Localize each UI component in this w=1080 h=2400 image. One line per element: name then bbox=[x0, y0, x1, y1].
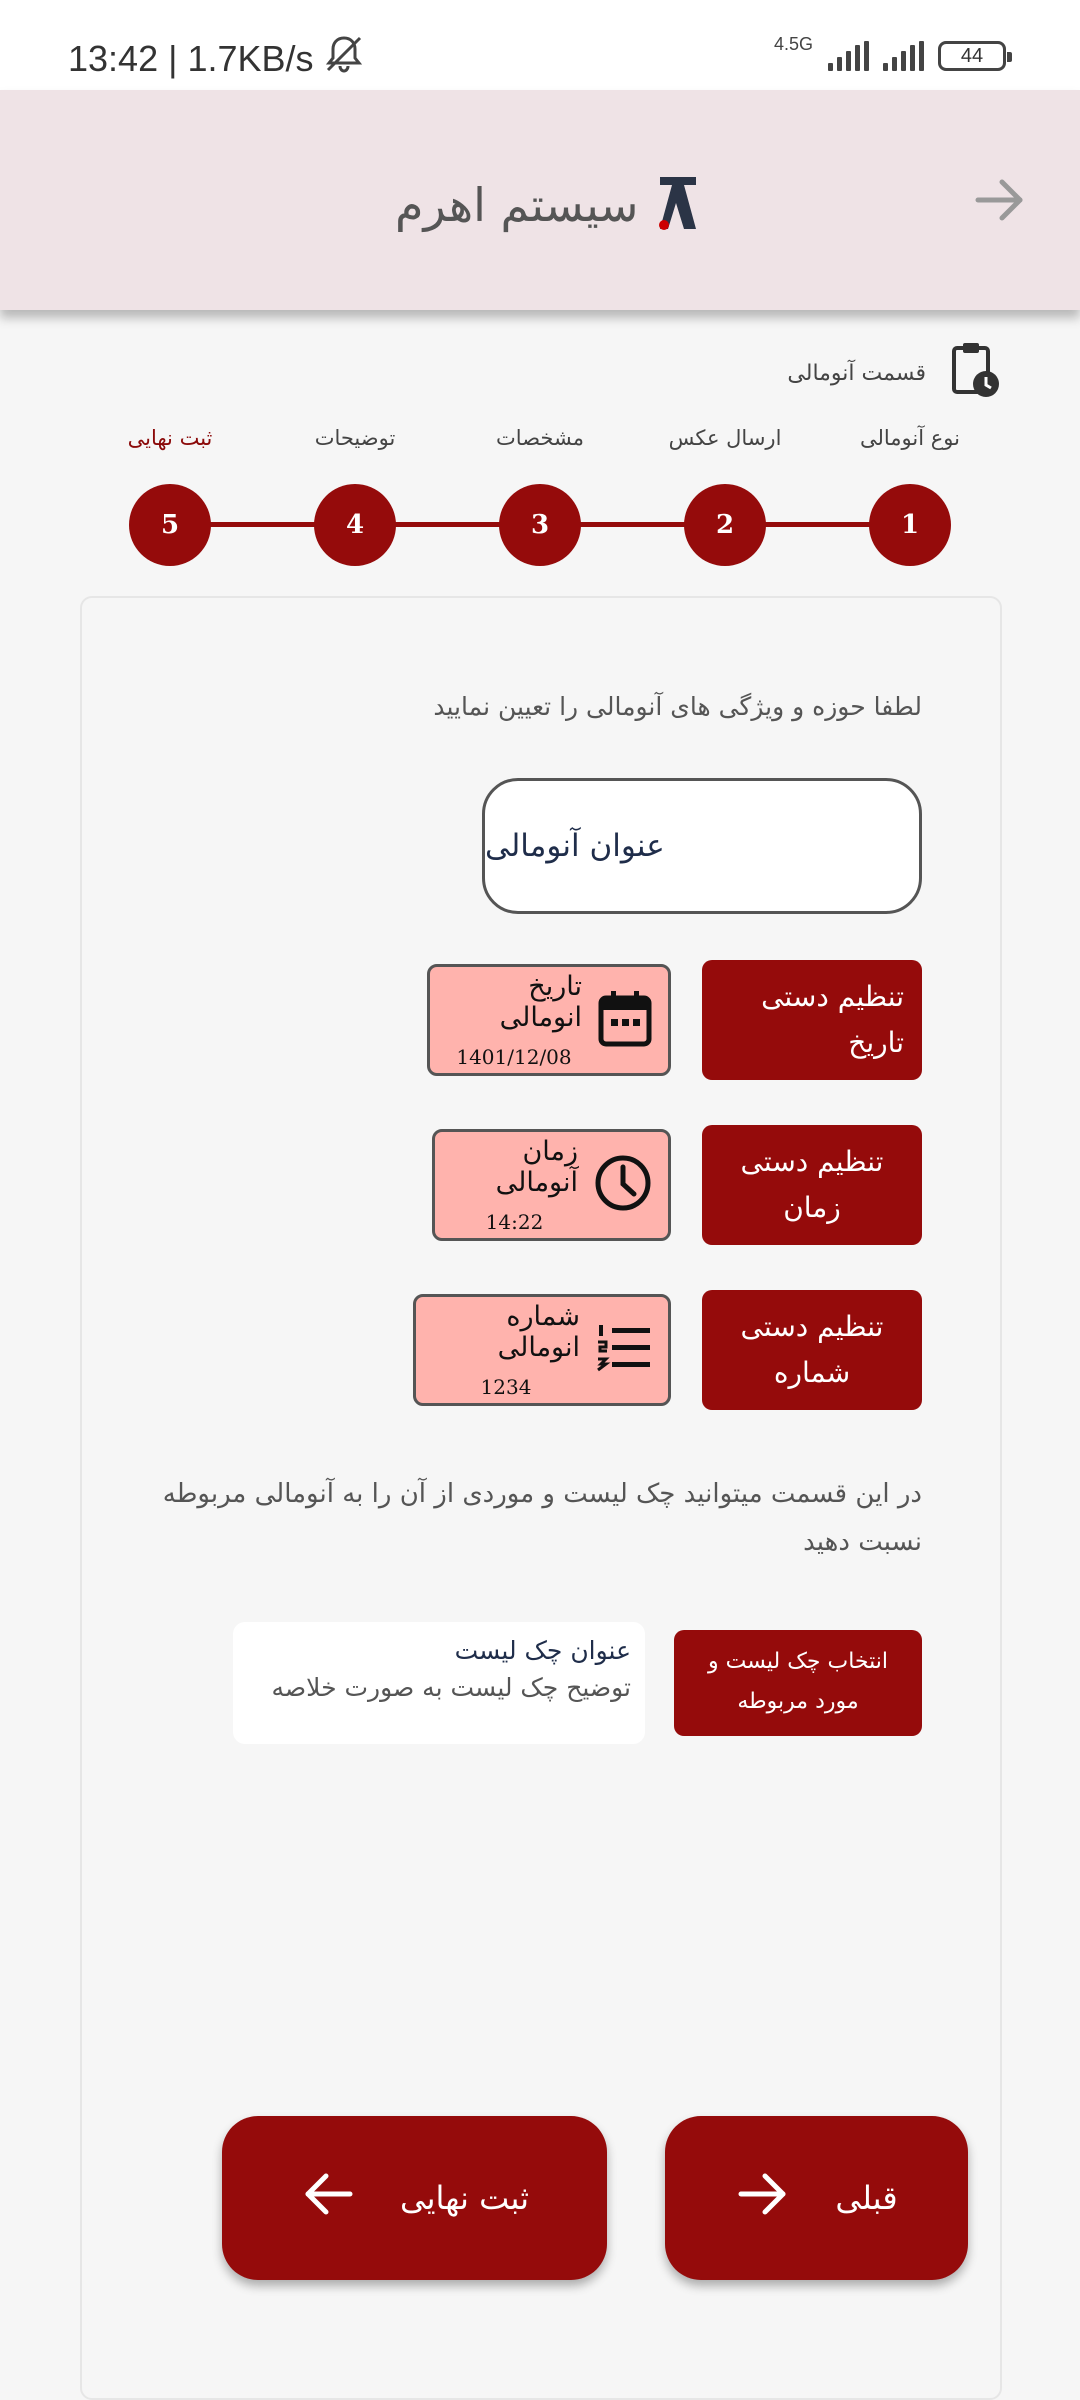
step-label-2: ارسال عکس bbox=[668, 426, 782, 450]
clock-icon bbox=[594, 1154, 652, 1216]
arrow-left-icon bbox=[300, 2166, 356, 2230]
time-text: زمان آنومالی 14:22 bbox=[451, 1136, 578, 1234]
mute-icon bbox=[322, 34, 366, 83]
app-name: سیستم اهرم bbox=[395, 178, 639, 232]
anomaly-title-input[interactable]: عنوان آنومالی bbox=[482, 778, 922, 914]
select-checklist-line2: مورد مربوطه bbox=[737, 1689, 859, 1714]
submit-final-label: ثبت نهایی bbox=[399, 2179, 530, 2217]
step-label-5: ثبت نهایی bbox=[127, 426, 213, 450]
clipboard-clock-icon bbox=[948, 340, 1002, 406]
submit-final-button[interactable]: ثبت نهایی bbox=[222, 2116, 607, 2280]
select-checklist-button[interactable]: انتخاب چک لیست و مورد مربوطه bbox=[674, 1630, 922, 1736]
step-circle-4[interactable]: 4 bbox=[314, 484, 396, 566]
manual-time-line1: تنظیم دستی bbox=[740, 1145, 884, 1178]
step-circle-1[interactable]: 1 bbox=[869, 484, 951, 566]
step-circle-3[interactable]: 3 bbox=[499, 484, 581, 566]
date-value: 1401/12/08 bbox=[456, 1045, 572, 1069]
battery-icon: 44 bbox=[938, 41, 1012, 71]
step-circle-2[interactable]: 2 bbox=[684, 484, 766, 566]
date-box[interactable]: تاریخ انومالی 1401/12/08 bbox=[427, 964, 671, 1076]
brand: سیستم اهرم bbox=[395, 160, 700, 250]
network-type: 4.5G bbox=[774, 34, 814, 54]
logo-icon bbox=[656, 173, 700, 237]
app-header: سیستم اهرم bbox=[0, 90, 1080, 310]
manual-number-line1: تنظیم دستی bbox=[740, 1310, 884, 1343]
previous-label: قبلی bbox=[835, 2179, 898, 2217]
manual-number-button[interactable]: تنظیم دستی شماره bbox=[702, 1290, 922, 1410]
time-box[interactable]: زمان آنومالی 14:22 bbox=[432, 1129, 671, 1241]
step-label-1: نوع آنومالی bbox=[860, 426, 960, 450]
checklist-description: در این قسمت میتوانید چک لیست و موردی از … bbox=[162, 1479, 922, 1557]
status-bar: 13:42 | 1.7KB/s 4.5G 44 bbox=[0, 0, 1080, 90]
manual-number-line2: شماره bbox=[773, 1356, 851, 1389]
date-label: تاریخ انومالی bbox=[499, 971, 582, 1033]
status-left: 13:42 | 1.7KB/s bbox=[68, 34, 366, 83]
time-value: 14:22 bbox=[485, 1210, 544, 1234]
section-title-text: قسمت آنومالی bbox=[787, 360, 926, 386]
signal-icon-2 bbox=[883, 41, 924, 71]
step-label-4: توضیحات bbox=[314, 426, 396, 450]
status-time-speed: 13:42 | 1.7KB/s bbox=[68, 37, 314, 79]
anomaly-title-text: عنوان آنومالی bbox=[485, 828, 665, 864]
manual-time-button[interactable]: تنظیم دستی زمان bbox=[702, 1125, 922, 1245]
select-checklist-line1: انتخاب چک لیست و bbox=[708, 1649, 888, 1674]
number-text: شماره انومالی 1234 bbox=[432, 1301, 580, 1399]
arrow-right-icon bbox=[735, 2166, 791, 2230]
manual-date-button[interactable]: تنظیم دستی تاریخ bbox=[702, 960, 922, 1080]
checklist-summary: توضیح چک لیست به صورت خلاصه bbox=[271, 1673, 631, 1702]
forward-arrow-icon[interactable] bbox=[970, 170, 1030, 230]
status-right: 4.5G 44 bbox=[774, 34, 1012, 76]
stepper-labels: نوع آنومالی ارسال عکس مشخصات توضیحات ثبت… bbox=[0, 426, 1080, 466]
date-text: تاریخ انومالی 1401/12/08 bbox=[446, 971, 582, 1069]
calendar-icon bbox=[598, 989, 652, 1051]
checklist-title: عنوان چک لیست bbox=[454, 1636, 631, 1665]
number-box[interactable]: شماره انومالی 1234 bbox=[413, 1294, 671, 1406]
step-circle-5[interactable]: 5 bbox=[129, 484, 211, 566]
checklist-card[interactable]: عنوان چک لیست توضیح چک لیست به صورت خلاص… bbox=[233, 1622, 645, 1744]
time-label: زمان آنومالی bbox=[495, 1136, 578, 1198]
section-title: قسمت آنومالی bbox=[787, 340, 1002, 406]
number-value: 1234 bbox=[480, 1375, 532, 1399]
step-label-3: مشخصات bbox=[496, 426, 584, 450]
numbered-list-icon bbox=[596, 1323, 652, 1377]
form-prompt: لطفا حوزه و ویژگی های آنومالی را تعیین ن… bbox=[433, 692, 922, 721]
manual-time-line2: زمان bbox=[783, 1191, 841, 1224]
signal-icon bbox=[828, 41, 869, 71]
number-label: شماره انومالی bbox=[497, 1301, 580, 1363]
previous-button[interactable]: قبلی bbox=[665, 2116, 968, 2280]
